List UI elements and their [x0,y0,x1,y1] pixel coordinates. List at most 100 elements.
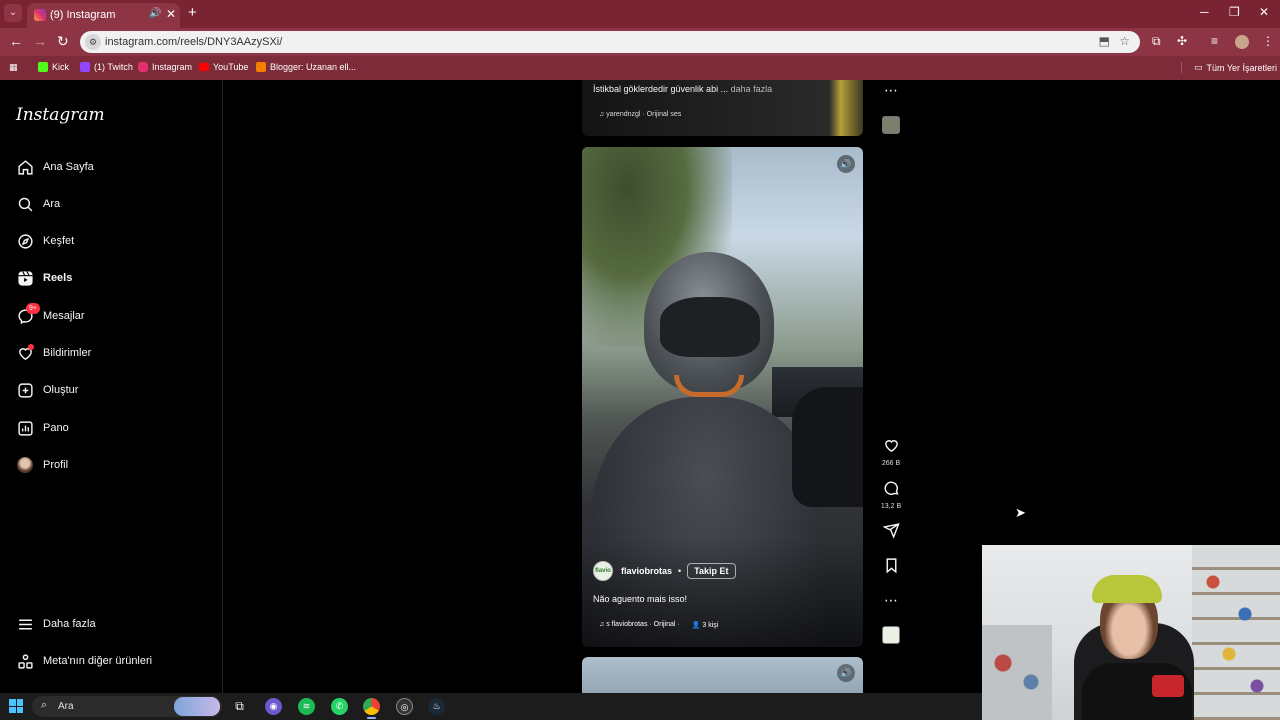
extensions-icon[interactable]: ✣ [1177,34,1187,48]
author-username[interactable]: flaviobrotas [621,566,672,576]
new-tab-button[interactable]: + [188,4,197,21]
steam-icon[interactable]: ♨ [428,698,445,715]
site-info-icon[interactable]: ⚙ [85,34,101,50]
chrome-icon[interactable] [363,698,380,719]
nav-profile[interactable]: Profil [16,454,68,476]
whatsapp-icon[interactable]: ✆ [331,698,348,715]
bookmark-youtube[interactable]: YouTube [199,62,248,72]
audio-thumbnail[interactable] [882,626,900,644]
compass-icon [16,232,34,250]
follow-button[interactable]: Takip Et [687,563,736,579]
separator-dot: • [678,566,682,576]
reel-previous-caption: İstikbal göklerdedir güvenlik abi ... da… [593,84,773,94]
browser-tab-bar: ⌄ (9) Instagram 🔊 ✕ + ─ ❐ ✕ [0,0,1280,28]
share-button[interactable] [879,522,903,544]
nav-more[interactable]: Daha fazla [16,613,96,635]
kick-icon [38,62,48,72]
windows-taskbar: ⌕ Ara ⧉ ◉ ≋ ✆ ◎ ♨ [0,693,982,720]
video-gradient [582,537,863,647]
nav-reels[interactable]: Reels [16,267,72,289]
taskbar-search[interactable]: ⌕ Ara [32,696,222,717]
plus-square-icon [16,381,34,399]
browser-toolbar: ← → ↻ ⚙ instagram.com/reels/DNY3AAzySXi/… [0,28,1280,56]
forward-icon[interactable]: → [33,33,47,49]
minimize-icon[interactable]: ─ [1200,5,1209,19]
bookmark-star-icon[interactable]: ☆ [1119,34,1130,48]
reload-icon[interactable]: ↻ [57,33,69,50]
messages-badge: 9+ [26,303,40,314]
instagram-logo[interactable]: Instagram [16,105,105,125]
window-close-icon[interactable]: ✕ [1259,5,1269,19]
comment-icon [884,481,899,495]
reel-previous[interactable]: İstikbal göklerdedir güvenlik abi ... da… [582,80,863,136]
twitch-icon [80,62,90,72]
reel-next[interactable]: 🔊 [582,657,863,697]
volume-icon-next[interactable]: 🔊 [837,664,855,682]
cam-red-object [1152,675,1184,697]
caption-more-link[interactable]: daha fazla [731,84,773,94]
heart-icon [16,344,34,362]
tagged-people-link[interactable]: 👤 3 kişi [692,621,719,629]
all-bookmarks[interactable]: ▭ Tüm Yer İşaretleri [1181,62,1277,73]
like-button[interactable]: 266 B [879,437,903,467]
meta-apps-icon [16,652,34,670]
cam-left-shelf [982,625,1052,720]
nav-home[interactable]: Ana Sayfa [16,156,94,178]
obs-icon[interactable]: ◎ [396,698,413,715]
profile-avatar [16,456,34,474]
webcam-overlay [982,545,1280,720]
bookmark-instagram[interactable]: Instagram [138,62,192,72]
spotify-icon[interactable]: ≋ [298,698,315,715]
search-icon [16,195,34,213]
install-app-icon[interactable]: ⬒ [1099,34,1110,48]
send-icon [881,523,900,539]
video-scene-visor [660,297,760,357]
home-icon [16,158,34,176]
reel-audio-link[interactable]: ♫ s flaviobrotas · Orijinal · [599,621,680,629]
windows-start-icon[interactable] [9,699,23,713]
nav-search[interactable]: Ara [16,193,60,215]
close-tab-icon[interactable]: ✕ [166,7,176,21]
volume-icon[interactable]: 🔊 [837,155,855,173]
nav-meta-products[interactable]: Meta'nın diğer ürünleri [16,650,152,672]
task-view-icon[interactable]: ⧉ [231,698,248,715]
nav-create[interactable]: Oluştur [16,379,78,401]
nav-notifications[interactable]: Bildirimler [16,342,91,364]
reel-author: flavio flaviobrotas • Takip Et [593,561,736,581]
apps-grid-icon[interactable]: ▦ [9,62,18,73]
discord-icon[interactable]: ◉ [265,698,282,715]
reel-audio-row: ♫ s flaviobrotas · Orijinal · 👤 3 kişi [599,621,718,629]
mouse-cursor-icon: ➤ [1015,505,1026,520]
back-icon[interactable]: ← [9,33,23,49]
screen: ⌄ (9) Instagram 🔊 ✕ + ─ ❐ ✕ ← → ↻ ⚙ inst… [0,0,1280,720]
nav-dashboard[interactable]: Pano [16,417,69,439]
tab-search-button[interactable]: ⌄ [4,4,22,22]
audio-thumbnail-previous[interactable] [882,116,900,134]
bookmark-twitch[interactable]: (1) Twitch [80,62,133,72]
speaker-icon[interactable]: 🔊 [149,8,161,19]
more-options-icon[interactable]: ⋯ [879,82,903,99]
profile-avatar-icon[interactable] [1235,35,1249,49]
nav-messages[interactable]: 9+ Mesajlar [16,303,85,327]
reel-options-icon[interactable]: ⋯ [879,592,903,609]
bookmarks-bar: ▦ Kick (1) Twitch Instagram YouTube Blog… [0,56,1280,80]
browser-tab-instagram[interactable]: (9) Instagram 🔊 ✕ [27,3,180,28]
bookmark-kick[interactable]: Kick [38,62,69,72]
translate-icon[interactable]: ⧉ [1152,34,1161,49]
youtube-icon [199,63,209,71]
nav-explore[interactable]: Keşfet [16,230,74,252]
restore-icon[interactable]: ❐ [1229,5,1240,19]
cam-headwear [1092,575,1162,603]
reel-previous-audio[interactable]: ♫ yarendnzgl · Orijinal ses [599,111,681,118]
author-avatar[interactable]: flavio [593,561,613,581]
media-controls-icon[interactable]: ≡ [1211,34,1218,48]
instagram-icon [138,62,148,72]
browser-menu-icon[interactable]: ⋮ [1262,34,1274,48]
like-count: 266 B [881,460,901,467]
save-button[interactable] [879,557,903,579]
address-bar[interactable]: ⚙ instagram.com/reels/DNY3AAzySXi/ ⬒ ☆ [80,31,1140,53]
reel-video[interactable]: 🔊 flavio flaviobrotas • Takip Et Não agu… [582,147,863,647]
comment-button[interactable]: 13,2 B [879,480,903,510]
folder-icon: ▭ [1194,62,1203,72]
bookmark-blogger[interactable]: Blogger: Uzanan ell... [256,62,356,72]
